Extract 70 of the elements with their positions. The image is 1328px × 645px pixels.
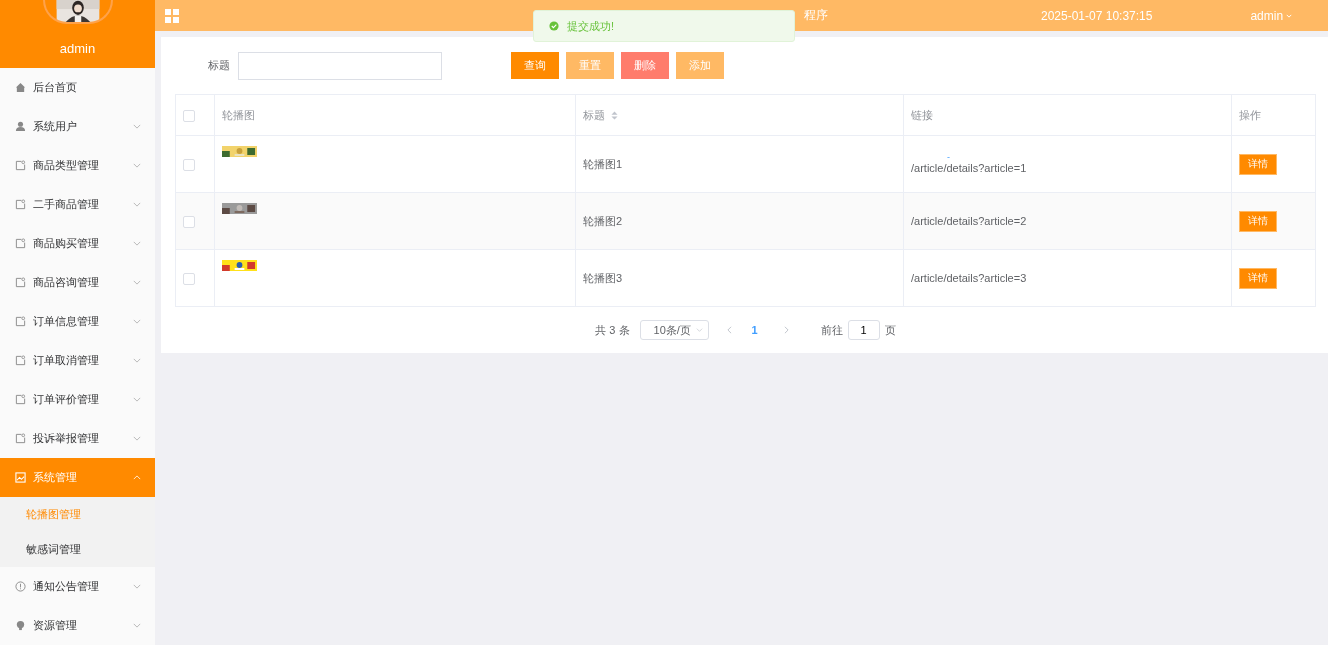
caret-icon xyxy=(1286,13,1293,18)
document-icon xyxy=(15,394,26,405)
chevron-icon xyxy=(133,319,141,324)
document-icon xyxy=(15,433,26,444)
chevron-icon xyxy=(133,358,141,363)
menu-item[interactable]: 系统用户 xyxy=(0,107,155,146)
column-header: 链接 xyxy=(911,108,933,121)
table-cell-text: /article/details?article=3 xyxy=(911,271,1028,285)
table-cell: 轮播图3 xyxy=(583,272,623,284)
app-title: 程序 xyxy=(804,7,828,24)
menu-item[interactable]: 订单评价管理 xyxy=(0,380,155,419)
bulb-icon xyxy=(15,620,26,631)
menu-item[interactable]: 商品购买管理 xyxy=(0,224,155,263)
chevron-icon xyxy=(133,436,141,441)
document-icon xyxy=(15,199,26,210)
checkbox[interactable] xyxy=(183,159,195,172)
checkbox[interactable] xyxy=(183,216,195,229)
menu-item[interactable]: 订单信息管理 xyxy=(0,302,155,341)
document-icon xyxy=(15,355,26,366)
next-page-icon[interactable] xyxy=(783,326,789,334)
column-header: 操作 xyxy=(1239,108,1261,121)
menu-item[interactable]: 后台首页 xyxy=(0,68,155,107)
image-icon xyxy=(15,472,26,483)
page-input[interactable]: 1 xyxy=(847,320,880,340)
table-cell: 轮播图2 xyxy=(583,215,623,227)
grid-icon[interactable] xyxy=(165,8,179,23)
checkbox[interactable] xyxy=(183,273,195,286)
document-icon xyxy=(15,160,26,171)
chevron-icon xyxy=(695,328,703,332)
chevron-icon xyxy=(133,241,141,246)
menu-item[interactable]: 通知公告管理 xyxy=(0,567,155,606)
document-icon xyxy=(15,238,26,249)
table-cell-text: /article/details?article=2 xyxy=(911,214,1028,228)
chevron-icon xyxy=(133,397,141,402)
toast-message: 提交成功! xyxy=(567,18,615,34)
sort-icon[interactable] xyxy=(611,111,618,121)
menu-item[interactable]: 二手商品管理 xyxy=(0,185,155,224)
goto-label: 前往 xyxy=(820,322,843,338)
user-name: admin xyxy=(59,41,96,56)
chevron-icon xyxy=(133,202,141,207)
document-icon xyxy=(15,316,26,327)
chevron-icon xyxy=(133,584,141,589)
date-time: 2025-01-07 10:37:15 xyxy=(1041,8,1153,23)
table-cell-text: /article/details?article=1 xyxy=(911,161,1028,175)
table-cell: 轮播图1 xyxy=(583,158,623,170)
menu-item[interactable]: 资源管理 xyxy=(0,606,155,645)
field-label: 标题 xyxy=(208,58,230,73)
document-icon xyxy=(15,277,26,288)
chevron-icon xyxy=(133,623,141,628)
info-icon xyxy=(15,581,26,592)
total-count: 共 3 条 xyxy=(595,322,630,338)
page-size-select[interactable]: 10条/页 xyxy=(639,320,709,340)
menu-item[interactable]: 商品咨询管理 xyxy=(0,263,155,302)
check-circle-icon xyxy=(549,21,559,31)
link-note: - xyxy=(946,153,951,161)
submenu-item[interactable]: 敏感词管理 xyxy=(0,532,155,567)
menu-item[interactable]: 订单取消管理 xyxy=(0,341,155,380)
previous-page-icon[interactable] xyxy=(726,326,732,334)
chevron-icon xyxy=(133,280,141,285)
home-icon xyxy=(15,82,26,93)
column-header: 轮播图 xyxy=(222,108,255,121)
menu-item[interactable]: 投诉举报管理 xyxy=(0,419,155,458)
chevron-icon xyxy=(133,124,141,129)
checkbox[interactable] xyxy=(183,109,195,122)
title-input[interactable] xyxy=(238,51,442,80)
chevron-icon xyxy=(133,163,141,168)
user-icon xyxy=(15,121,26,132)
page-suffix: 页 xyxy=(884,322,896,338)
chevron-icon xyxy=(133,475,141,480)
menu-item[interactable]: 商品类型管理 xyxy=(0,146,155,185)
